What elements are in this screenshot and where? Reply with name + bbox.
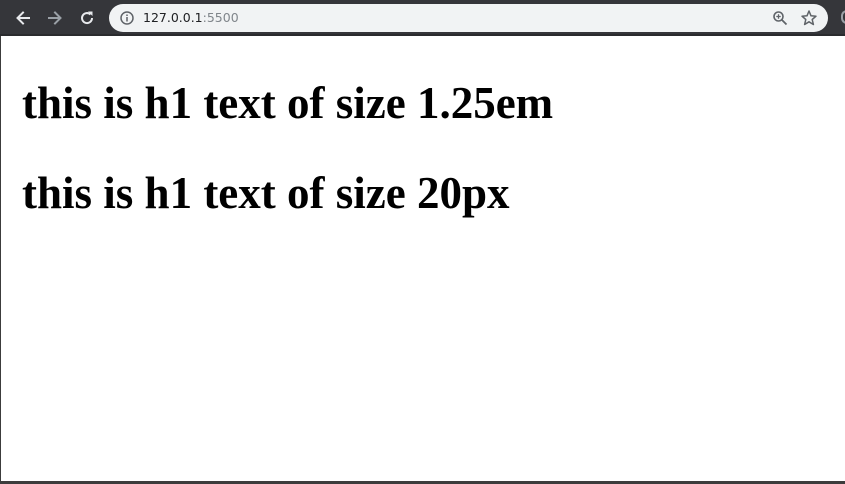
url-text[interactable]: 127.0.0.1:5500: [143, 4, 239, 32]
reload-button[interactable]: [75, 6, 99, 30]
arrow-left-icon: [16, 11, 30, 25]
forward-button[interactable]: [43, 6, 67, 30]
browser-toolbar: 127.0.0.1:5500: [0, 0, 845, 36]
browser-window: 127.0.0.1:5500 this is h1 text of size 1…: [0, 0, 845, 484]
star-icon[interactable]: [800, 9, 818, 27]
url-host: 127.0.0.1: [143, 10, 203, 25]
info-icon[interactable]: [119, 10, 135, 26]
url-port: :5500: [202, 10, 239, 25]
page-viewport: this is h1 text of size 1.25em this is h…: [0, 36, 845, 484]
heading-1-25em: this is h1 text of size 1.25em: [22, 78, 554, 128]
reload-icon: [81, 11, 94, 25]
profile-icon[interactable]: [841, 10, 845, 24]
arrow-right-icon: [48, 11, 62, 25]
back-button[interactable]: [11, 6, 35, 30]
heading-20px: this is h1 text of size 20px: [22, 168, 510, 218]
address-bar[interactable]: 127.0.0.1:5500: [109, 4, 828, 32]
zoom-icon[interactable]: [772, 10, 788, 26]
